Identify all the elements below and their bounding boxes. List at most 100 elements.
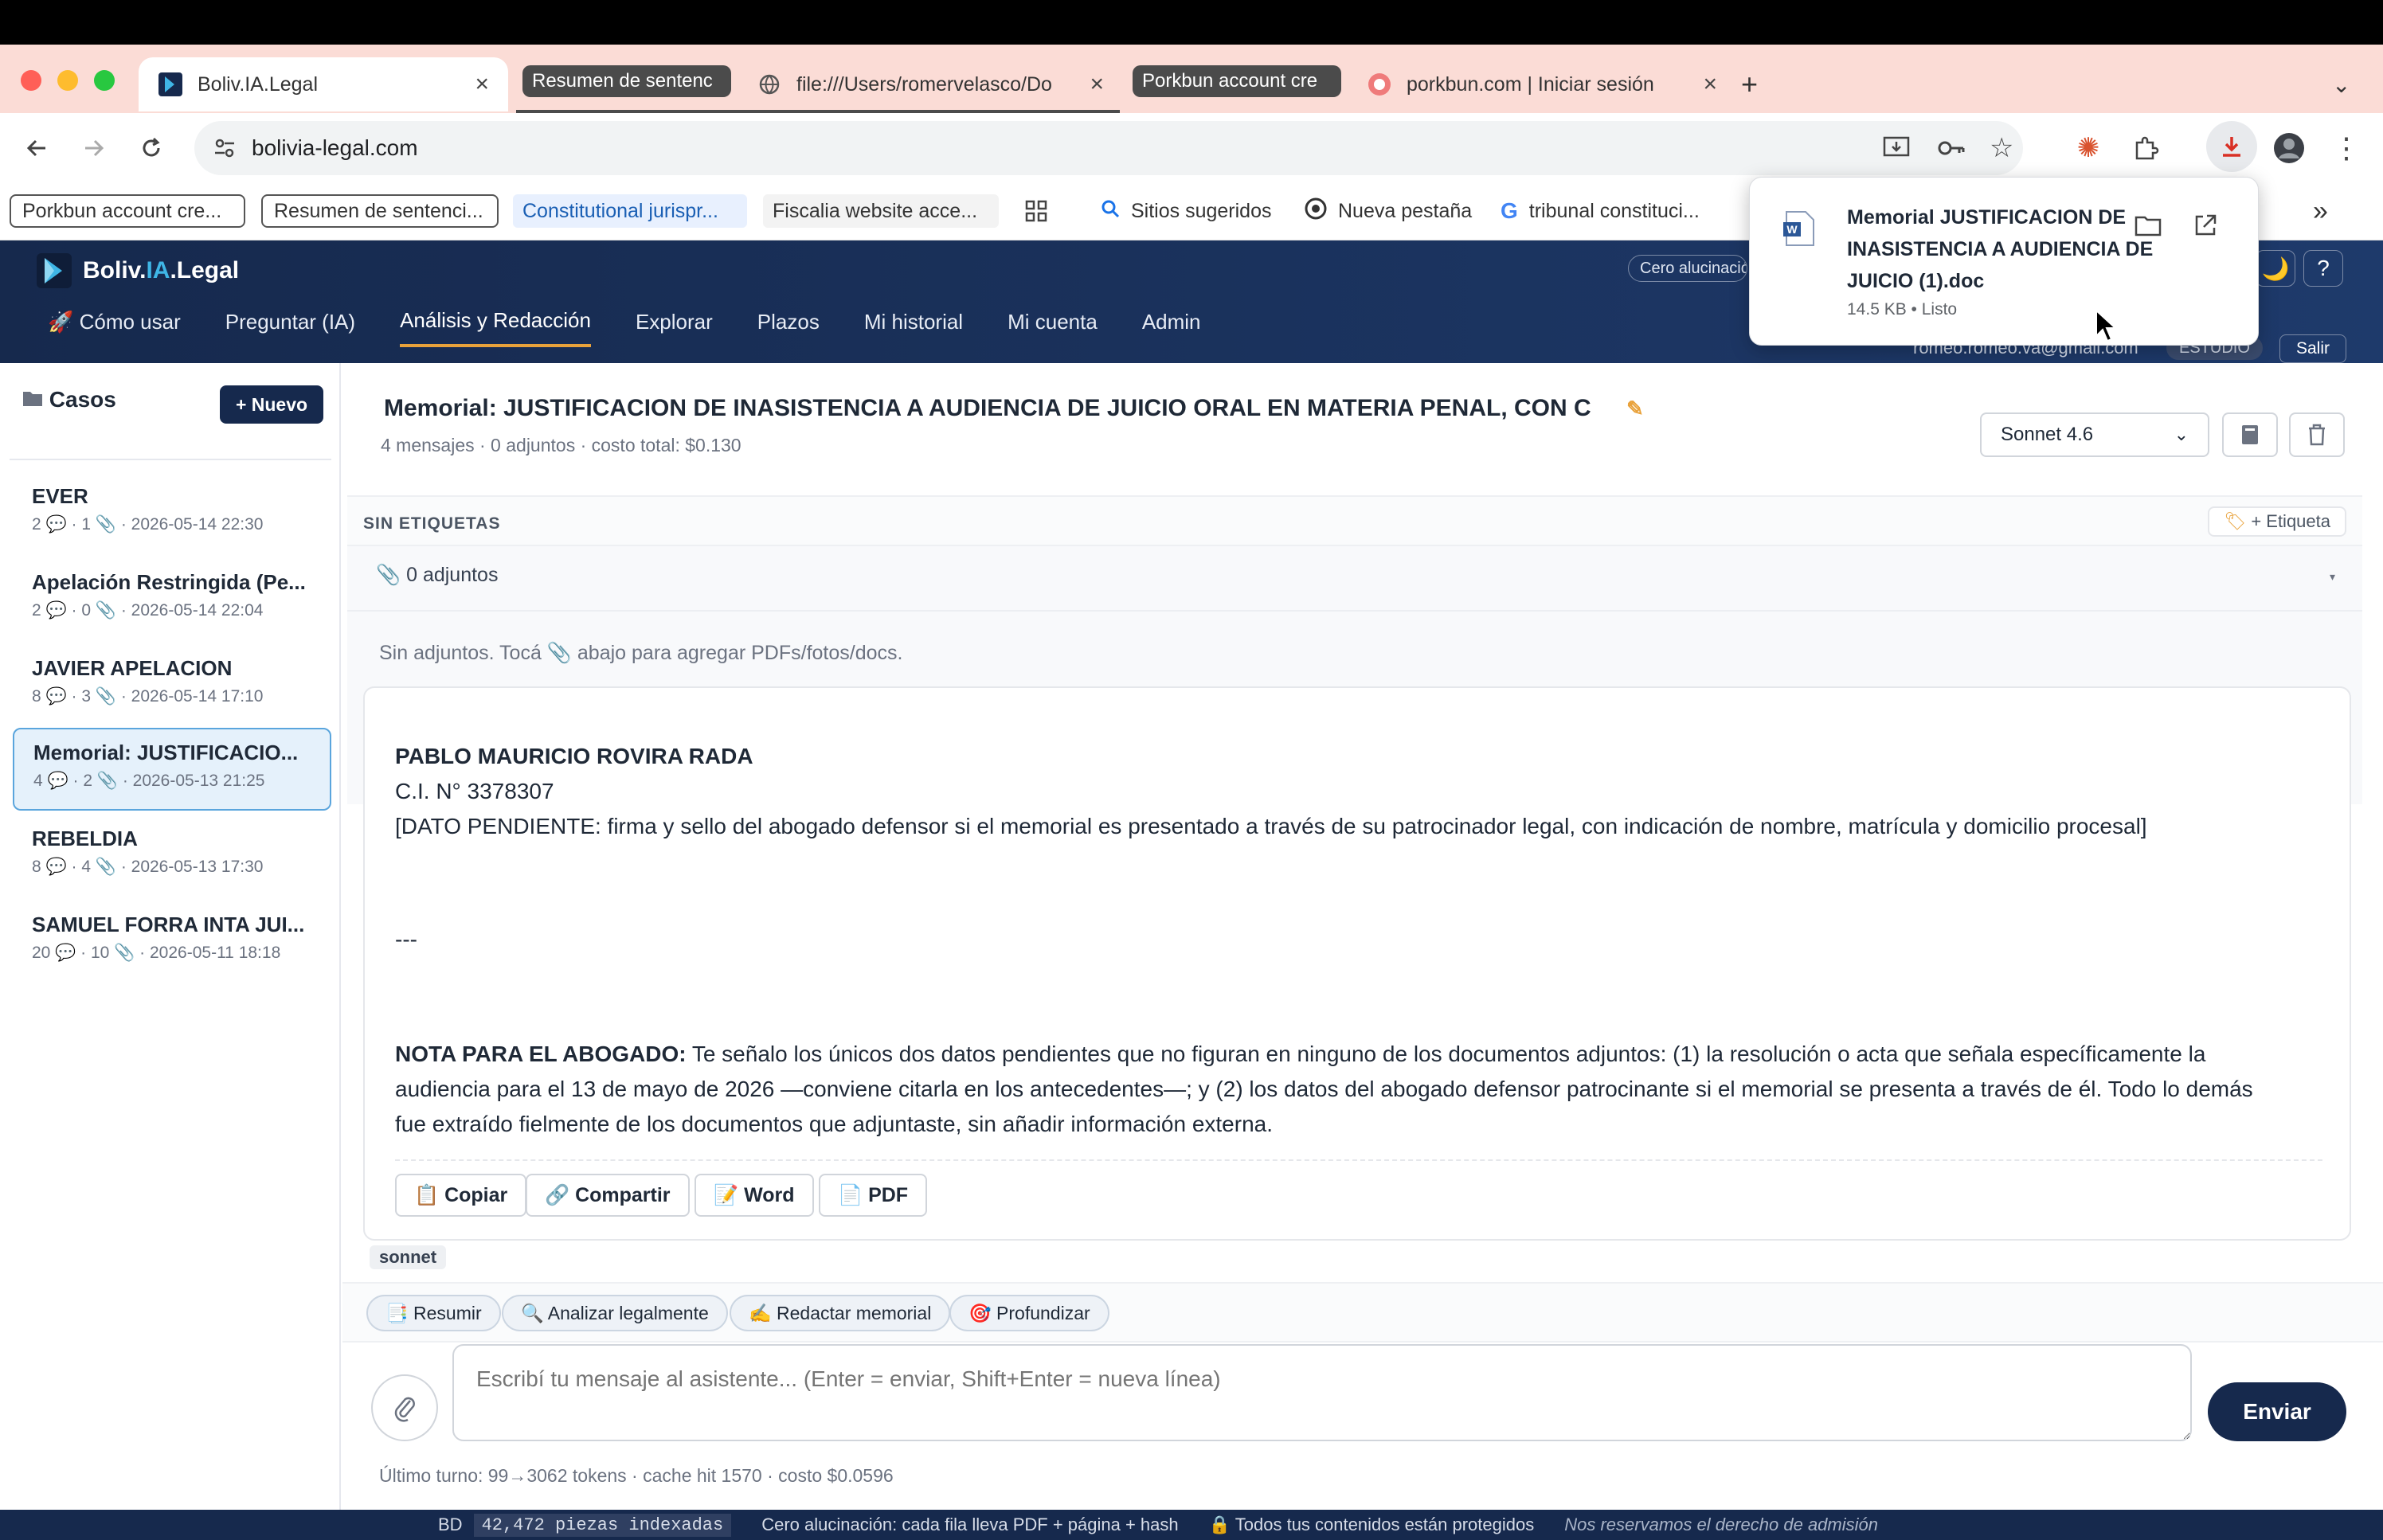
reload-icon[interactable] [131, 127, 172, 169]
svg-text:W: W [1786, 223, 1798, 236]
copy-button[interactable]: 📋 Copiar [395, 1174, 527, 1217]
url-text: bolivia-legal.com [252, 135, 418, 160]
case-item-samuel[interactable]: SAMUEL FORRA INTA JUI... 20 💬 · 10 📎 · 2… [13, 901, 331, 984]
tag-icon: 🏷 [2224, 511, 2247, 531]
install-app-icon[interactable] [1883, 135, 1910, 165]
bookmark-porkbun[interactable]: Porkbun account cre... [10, 194, 245, 228]
more-bookmarks-button[interactable]: » [2313, 194, 2328, 228]
nav-preguntar[interactable]: Preguntar (IA) [225, 296, 355, 347]
bookmark-sitios-sugeridos[interactable]: Sitios sugeridos [1101, 194, 1271, 228]
attach-paperclip-icon[interactable] [371, 1374, 438, 1441]
dark-mode-moon-icon[interactable]: 🌙 [2256, 250, 2295, 287]
last-turn-stats: Último turno: 99→3062 tokens · cache hit… [379, 1465, 894, 1486]
paperclip-icon: 📎 [546, 642, 572, 664]
cases-heading: Casos [22, 387, 116, 412]
tab-strip: Boliv.IA.Legal × Resumen de sentenc file… [0, 45, 2383, 113]
trash-icon[interactable] [2289, 412, 2345, 457]
key-icon[interactable] [1937, 135, 1966, 165]
download-filename[interactable]: Memorial JUSTIFICACION DE INASISTENCIA A… [1847, 201, 2166, 297]
forward-arrow-icon[interactable] [73, 127, 115, 169]
case-item-rebeldia[interactable]: REBELDIA 8 💬 · 4 📎 · 2026-05-13 17:30 [13, 815, 331, 898]
logout-button[interactable]: Salir [2279, 334, 2347, 363]
nav-plazos[interactable]: Plazos [757, 296, 820, 347]
model-tag: sonnet [370, 1245, 447, 1269]
quick-resumir-button[interactable]: 📑 Resumir [366, 1295, 501, 1331]
case-item-javier[interactable]: JAVIER APELACION 8 💬 · 3 📎 · 2026-05-14 … [13, 645, 331, 728]
divider [347, 610, 2362, 612]
site-settings-icon[interactable] [212, 135, 237, 165]
tab-group-resumen[interactable]: Resumen de sentenc [522, 65, 731, 97]
help-button[interactable]: ? [2303, 250, 2343, 287]
bookmark-tribunal[interactable]: G tribunal constituci... [1501, 194, 1700, 228]
pending-data-note: [DATO PENDIENTE: firma y sello del aboga… [395, 814, 2147, 838]
claude-extension-icon[interactable]: ✺ [2068, 127, 2109, 169]
tab-porkbun-login[interactable]: porkbun.com | Iniciar sesión × [1367, 57, 1717, 111]
paperclip-icon: 📎 [376, 564, 401, 586]
app-logo-icon [158, 72, 183, 97]
minimize-window-button[interactable] [57, 70, 78, 91]
footer-bd-label: BD [438, 1515, 463, 1534]
share-button[interactable]: 🔗 Compartir [526, 1174, 690, 1217]
bookmark-nueva-pestana[interactable]: Nueva pestaña [1305, 194, 1472, 228]
new-tab-button[interactable]: + [1741, 57, 1781, 111]
case-meta: 20 💬 · 10 📎 · 2026-05-11 18:18 [32, 944, 281, 962]
close-tab-icon[interactable]: × [475, 71, 489, 98]
close-window-button[interactable] [21, 70, 41, 91]
word-file-icon: W [1783, 211, 1815, 246]
tab-search-chevron-icon[interactable]: ⌄ [2332, 57, 2364, 111]
bookmark-star-icon[interactable]: ☆ [1990, 132, 2013, 164]
bookmark-constitutional[interactable]: Constitutional jurispr... [513, 194, 747, 228]
zoom-window-button[interactable] [94, 70, 115, 91]
quick-analizar-button[interactable]: 🔍 Analizar legalmente [502, 1295, 728, 1331]
model-select[interactable]: Sonnet 4.6 ⌄ [1980, 412, 2209, 457]
nav-mi-historial[interactable]: Mi historial [864, 296, 963, 347]
tab-boliv-ia-legal[interactable]: Boliv.IA.Legal × [139, 57, 508, 111]
footer-cero: Cero alucinación: cada fila lleva PDF + … [761, 1515, 1179, 1534]
case-item-memorial[interactable]: Memorial: JUSTIFICACIO... 4 💬 · 2 📎 · 20… [13, 728, 331, 811]
attachments-toggle[interactable]: 📎 0 adjuntos [376, 564, 498, 587]
tab-group-porkbun[interactable]: Porkbun account cre [1133, 65, 1341, 97]
nav-como-usar[interactable]: 🚀 Cómo usar [48, 296, 181, 347]
nav-admin[interactable]: Admin [1142, 296, 1201, 347]
open-external-icon[interactable] [2188, 208, 2223, 243]
collapse-caret-icon[interactable]: ▾ [2330, 570, 2335, 584]
word-export-button[interactable]: 📝 Word [695, 1174, 814, 1217]
attachments-empty-text: Sin adjuntos. Tocá 📎 abajo para agregar … [379, 642, 903, 664]
save-doc-icon[interactable] [2222, 412, 2278, 457]
edit-pencil-icon[interactable]: ✎ [1626, 397, 1644, 420]
nav-analisis-redaccion[interactable]: Análisis y Redacción [400, 296, 591, 347]
menu-kebab-icon[interactable]: ⋮ [2326, 127, 2367, 169]
cero-alucinacion-badge: Cero alucinación [1628, 255, 1747, 282]
nav-mi-cuenta[interactable]: Mi cuenta [1008, 296, 1098, 347]
tab-label: file:///Users/romervelasco/Do [796, 72, 1052, 96]
quick-profundizar-button[interactable]: 🎯 Profundizar [949, 1295, 1109, 1331]
send-button[interactable]: Enviar [2208, 1382, 2346, 1441]
apps-grid-icon[interactable] [1024, 194, 1048, 228]
profile-avatar[interactable] [2268, 127, 2310, 169]
show-in-folder-icon[interactable] [2131, 208, 2166, 243]
extensions-puzzle-icon[interactable] [2125, 127, 2166, 169]
document-title[interactable]: Memorial: JUSTIFICACION DE INASISTENCIA … [384, 395, 1644, 422]
brand-logo[interactable]: Boliv. IA .Legal [37, 253, 239, 288]
new-case-button[interactable]: + Nuevo [220, 385, 323, 424]
bookmark-resumen[interactable]: Resumen de sentenci... [261, 194, 499, 228]
message-input[interactable] [452, 1344, 2192, 1441]
case-title: JAVIER APELACION [32, 656, 233, 680]
tab-local-file[interactable]: file:///Users/romervelasco/Do × [757, 57, 1104, 111]
back-arrow-icon[interactable] [16, 127, 57, 169]
bookmark-fiscalia[interactable]: Fiscalia website acce... [763, 194, 999, 228]
case-item-apelacion[interactable]: Apelación Restringida (Pe... 2 💬 · 0 📎 ·… [13, 559, 331, 642]
address-bar[interactable]: bolivia-legal.com ☆ [194, 121, 2023, 175]
download-icon[interactable] [2206, 121, 2257, 172]
pdf-export-button[interactable]: 📄 PDF [819, 1174, 928, 1217]
folder-icon [22, 387, 49, 412]
case-item-ever[interactable]: EVER 2 💬 · 1 📎 · 2026-05-14 22:30 [13, 473, 331, 556]
close-tab-icon[interactable]: × [1703, 71, 1717, 98]
nav-explorar[interactable]: Explorar [636, 296, 713, 347]
case-title: EVER [32, 484, 88, 508]
close-tab-icon[interactable]: × [1090, 71, 1104, 98]
case-title: REBELDIA [32, 827, 138, 850]
quick-redactar-button[interactable]: ✍ Redactar memorial [730, 1295, 951, 1331]
assistant-message: PABLO MAURICIO ROVIRA RADA C.I. N° 33783… [363, 686, 2351, 1241]
add-tag-button[interactable]: 🏷 + Etiqueta [2208, 506, 2346, 537]
